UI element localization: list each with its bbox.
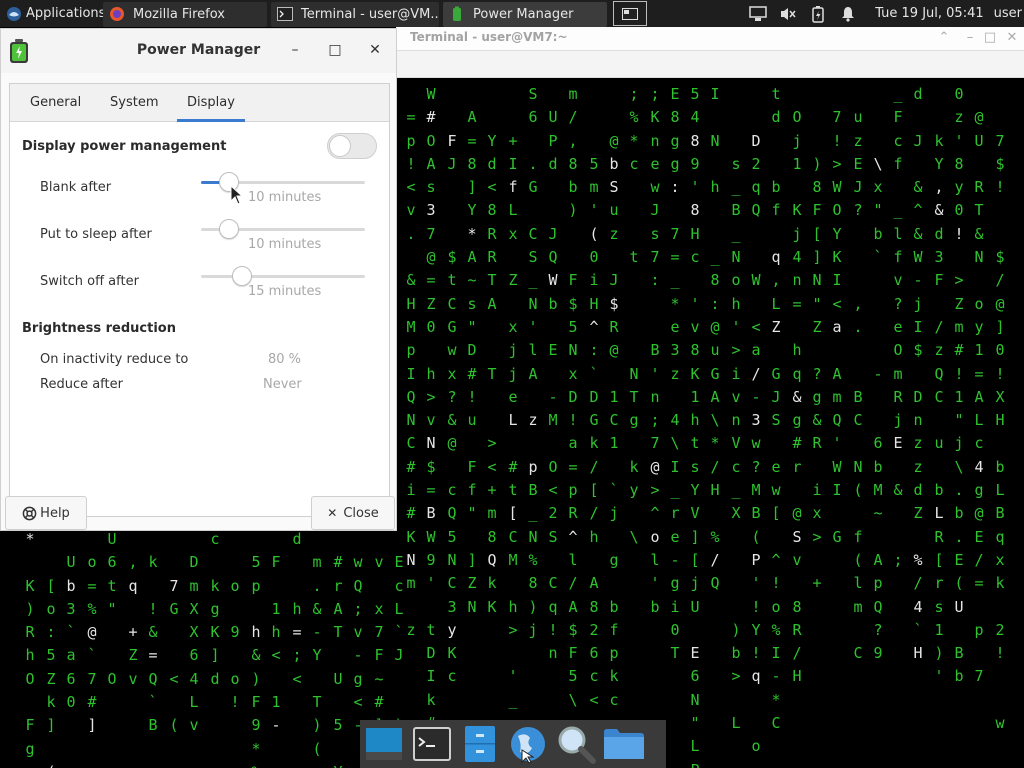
taskbar-terminal-label: Terminal - user@VM... — [301, 6, 439, 22]
inactivity-reduce-label: On inactivity reduce to — [40, 352, 189, 367]
sleep-after-value: 10 minutes — [248, 237, 322, 252]
matrix-column: F 1 h < 1 - — [271, 553, 281, 735]
terminal-icon — [413, 727, 451, 761]
tab-general[interactable]: General — [30, 95, 81, 110]
matrix-column: c k g K ] d — [210, 530, 220, 688]
taskbar-firefox-label: Mozilla Firefox — [133, 6, 225, 22]
reduce-after-label: Reduce after — [40, 377, 123, 392]
power-manager-titlebar[interactable]: Power Manager – □ ✕ — [1, 29, 396, 73]
search-icon — [558, 726, 596, 764]
mouse-cursor-icon — [230, 185, 244, 205]
top-panel: Applications Mozilla Firefox Terminal - … — [0, 0, 1024, 27]
matrix-column: U b 3 ` a 6 0 — [66, 553, 76, 712]
taskbar-terminal[interactable]: Terminal - user@VM... — [271, 1, 439, 27]
switch-off-after-label: Switch off after — [40, 274, 139, 289]
reduce-after-value[interactable]: Never — [263, 377, 302, 392]
dock-file-manager[interactable] — [456, 720, 504, 768]
close-button[interactable]: ✕ Close — [311, 496, 395, 530]
sleep-after-label: Put to sleep after — [40, 227, 152, 242]
network-icon[interactable] — [749, 5, 767, 23]
volume-muted-icon[interactable] — [779, 5, 797, 23]
matrix-column: w Q ; v - g < - — [353, 553, 363, 735]
help-button-label: Help — [40, 505, 70, 521]
battery-tray-icon[interactable] — [809, 5, 827, 23]
matrix-column: 5 p h & ) F 9 * % — [251, 553, 261, 768]
matrix-column: m . & - Y T ) ( — [312, 553, 322, 758]
matrix-column: , q + Z v — [128, 553, 138, 688]
matrix-column: v x 7 F ~ # ] — [374, 553, 384, 734]
power-manager-window: Power Manager – □ ✕ General System Displ… — [0, 28, 397, 531]
dock-terminal[interactable] — [408, 720, 456, 768]
close-button-label: Close — [343, 505, 379, 521]
system-tray: Tue 19 Jul, 05:41 user — [743, 0, 1024, 27]
blank-after-value: 10 minutes — [248, 190, 322, 205]
help-lifebuoy-icon — [22, 506, 37, 520]
dock — [360, 720, 666, 768]
taskbar-firefox[interactable]: Mozilla Firefox — [103, 1, 267, 27]
matrix-column: D m X X 6 4 L v — [189, 553, 199, 735]
chevron-up-icon[interactable]: ⌃ — [936, 30, 952, 46]
battery-icon — [453, 6, 461, 21]
dock-search[interactable] — [552, 720, 600, 768]
blank-after-label: Blank after — [40, 180, 112, 195]
maximize-icon[interactable]: □ — [326, 41, 344, 59]
tab-bar: General System Display — [10, 84, 389, 122]
terminal-title: Terminal - user@VM7:~ — [410, 30, 568, 44]
user-menu[interactable]: user — [994, 6, 1022, 21]
help-button[interactable]: Help — [5, 496, 87, 530]
taskbar-power-manager[interactable]: Power Manager — [443, 1, 607, 27]
tab-system[interactable]: System — [110, 95, 158, 110]
close-icon[interactable]: ✕ — [1004, 30, 1020, 46]
terminal-titlebar[interactable]: Terminal - user@VM7:~ ⌃ – □ ✕ — [396, 27, 1024, 51]
inactivity-reduce-value[interactable]: 80 % — [268, 352, 301, 367]
brightness-reduction-heading: Brightness reduction — [22, 321, 176, 336]
applications-menu[interactable]: Applications — [0, 0, 103, 27]
taskbar-power-manager-label: Power Manager — [473, 6, 574, 22]
matrix-column: * K ) R h O F g — [25, 530, 35, 758]
sleep-after-slider-handle[interactable] — [219, 219, 239, 239]
display-power-management-heading: Display power management — [22, 139, 227, 154]
web-browser-icon — [511, 727, 545, 764]
matrix-column: d h = ; < — [292, 530, 302, 688]
maximize-icon[interactable]: □ — [982, 30, 998, 46]
clock[interactable]: Tue 19 Jul, 05:41 — [875, 6, 983, 21]
file-manager-icon — [465, 726, 495, 762]
settings-panel: General System Display Display power man… — [9, 83, 390, 517]
switch-off-after-slider[interactable] — [201, 275, 365, 278]
desktop-icon — [366, 728, 402, 760]
dock-folder[interactable] — [600, 720, 648, 768]
matrix-column: 7 G < ( — [169, 576, 179, 735]
matrix-column: U 6 t " O — [107, 530, 117, 688]
terminal-menubar — [396, 51, 1024, 78]
close-icon[interactable]: ✕ — [366, 41, 384, 59]
display-power-management-toggle[interactable] — [327, 133, 377, 159]
applications-label: Applications — [26, 6, 103, 21]
workspace-switcher[interactable] — [613, 1, 647, 26]
terminal-window[interactable]: Terminal - user@VM7:~ ⌃ – □ ✕ — [396, 27, 1024, 768]
dock-desktop[interactable] — [360, 720, 408, 768]
matrix-column: o = % @ ` 7 # ] — [87, 553, 97, 735]
matrix-column: [ o : 5 Z k ] ( — [46, 576, 56, 768]
minimize-icon[interactable]: – — [962, 30, 978, 46]
workspace-icon — [622, 7, 638, 20]
switch-off-after-slider-handle[interactable] — [232, 266, 252, 286]
terminal-icon — [277, 7, 293, 21]
matrix-column: o 9 o ! — [230, 576, 240, 712]
matrix-column: k ! & = Q ` B ~ — [148, 553, 158, 768]
switch-off-after-value: 15 minutes — [248, 284, 322, 299]
folder-icon — [604, 729, 644, 759]
active-tab-indicator — [177, 119, 245, 122]
tab-display[interactable]: Display — [187, 95, 235, 110]
notification-bell-icon[interactable] — [839, 5, 857, 23]
minimize-icon[interactable]: – — [286, 41, 304, 59]
matrix-column: # r A T U 5 Y — [333, 553, 343, 768]
close-x-icon: ✕ — [327, 506, 338, 520]
xfce-logo-icon — [7, 6, 21, 21]
dock-web-browser[interactable] — [504, 720, 552, 768]
firefox-icon — [110, 7, 124, 21]
